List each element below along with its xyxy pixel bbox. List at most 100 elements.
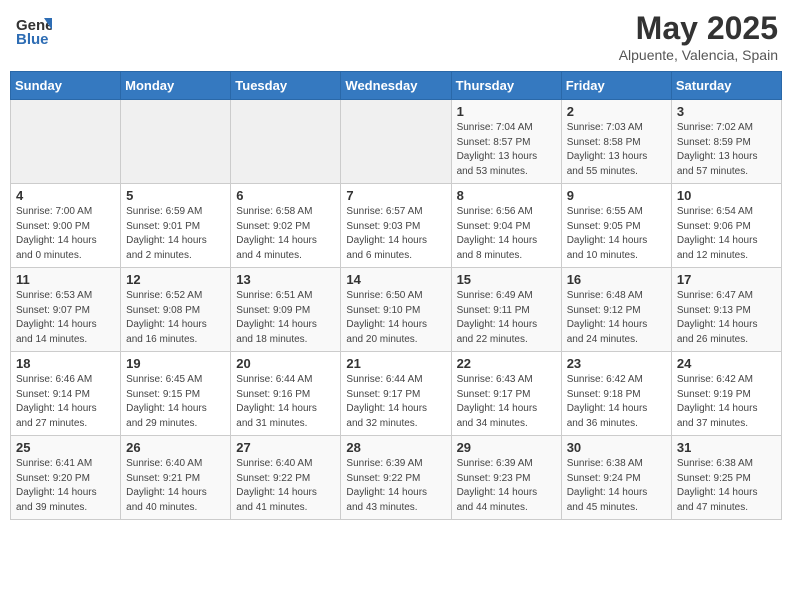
calendar-cell: 21 Sunrise: 6:44 AM Sunset: 9:17 PM Dayli…	[341, 352, 451, 436]
day-number: 15	[457, 272, 556, 287]
day-info: Sunrise: 6:39 AM Sunset: 9:23 PM Dayligh…	[457, 457, 556, 515]
calendar-cell: 25 Sunrise: 6:41 AM Sunset: 9:20 PM Dayli…	[11, 436, 121, 520]
location: Alpuente, Valencia, Spain	[619, 47, 778, 63]
calendar-week-row: 25 Sunrise: 6:41 AM Sunset: 9:20 PM Dayli…	[11, 436, 782, 520]
calendar-cell: 28 Sunrise: 6:39 AM Sunset: 9:22 PM Dayli…	[341, 436, 451, 520]
day-number: 2	[567, 104, 666, 119]
day-of-week-header: Tuesday	[231, 72, 341, 100]
day-info: Sunrise: 6:38 AM Sunset: 9:25 PM Dayligh…	[677, 457, 776, 515]
calendar-cell	[341, 100, 451, 184]
day-info: Sunrise: 6:42 AM Sunset: 9:19 PM Dayligh…	[677, 373, 776, 431]
day-number: 29	[457, 440, 556, 455]
day-info: Sunrise: 6:54 AM Sunset: 9:06 PM Dayligh…	[677, 205, 776, 263]
calendar-table: SundayMondayTuesdayWednesdayThursdayFrid…	[10, 71, 782, 520]
calendar-cell: 11 Sunrise: 6:53 AM Sunset: 9:07 PM Dayli…	[11, 268, 121, 352]
day-number: 26	[126, 440, 225, 455]
day-info: Sunrise: 6:38 AM Sunset: 9:24 PM Dayligh…	[567, 457, 666, 515]
day-number: 12	[126, 272, 225, 287]
day-number: 21	[346, 356, 445, 371]
day-info: Sunrise: 6:53 AM Sunset: 9:07 PM Dayligh…	[16, 289, 115, 347]
day-number: 25	[16, 440, 115, 455]
title-block: May 2025 Alpuente, Valencia, Spain	[619, 10, 778, 63]
day-number: 8	[457, 188, 556, 203]
calendar-cell: 19 Sunrise: 6:45 AM Sunset: 9:15 PM Dayli…	[121, 352, 231, 436]
logo: General Blue	[14, 10, 52, 53]
day-number: 22	[457, 356, 556, 371]
day-info: Sunrise: 6:44 AM Sunset: 9:16 PM Dayligh…	[236, 373, 335, 431]
day-number: 1	[457, 104, 556, 119]
day-number: 20	[236, 356, 335, 371]
calendar-cell: 22 Sunrise: 6:43 AM Sunset: 9:17 PM Dayli…	[451, 352, 561, 436]
day-number: 31	[677, 440, 776, 455]
calendar-cell: 24Sunrise: 6:42 AM Sunset: 9:19 PM Dayli…	[671, 352, 781, 436]
calendar-cell: 17 Sunrise: 6:47 AM Sunset: 9:13 PM Dayli…	[671, 268, 781, 352]
day-info: Sunrise: 6:40 AM Sunset: 9:22 PM Dayligh…	[236, 457, 335, 515]
day-info: Sunrise: 6:45 AM Sunset: 9:15 PM Dayligh…	[126, 373, 225, 431]
day-info: Sunrise: 6:59 AM Sunset: 9:01 PM Dayligh…	[126, 205, 225, 263]
day-of-week-header: Wednesday	[341, 72, 451, 100]
day-of-week-header: Saturday	[671, 72, 781, 100]
day-number: 7	[346, 188, 445, 203]
day-info: Sunrise: 6:57 AM Sunset: 9:03 PM Dayligh…	[346, 205, 445, 263]
day-number: 13	[236, 272, 335, 287]
calendar-cell: 2 Sunrise: 7:03 AM Sunset: 8:58 PM Daylig…	[561, 100, 671, 184]
day-number: 11	[16, 272, 115, 287]
day-number: 17	[677, 272, 776, 287]
logo-icon: General Blue	[14, 10, 52, 48]
day-number: 19	[126, 356, 225, 371]
day-number: 10	[677, 188, 776, 203]
calendar-cell	[231, 100, 341, 184]
day-number: 3	[677, 104, 776, 119]
calendar-cell: 8 Sunrise: 6:56 AM Sunset: 9:04 PM Daylig…	[451, 184, 561, 268]
month-title: May 2025	[619, 10, 778, 47]
day-info: Sunrise: 7:04 AM Sunset: 8:57 PM Dayligh…	[457, 121, 556, 179]
day-info: Sunrise: 6:47 AM Sunset: 9:13 PM Dayligh…	[677, 289, 776, 347]
calendar-cell: 29 Sunrise: 6:39 AM Sunset: 9:23 PM Dayli…	[451, 436, 561, 520]
calendar-cell: 18Sunrise: 6:46 AM Sunset: 9:14 PM Dayli…	[11, 352, 121, 436]
day-number: 18	[16, 356, 115, 371]
calendar-cell: 9Sunrise: 6:55 AM Sunset: 9:05 PM Daylig…	[561, 184, 671, 268]
day-of-week-header: Friday	[561, 72, 671, 100]
calendar-cell: 14Sunrise: 6:50 AM Sunset: 9:10 PM Dayli…	[341, 268, 451, 352]
day-info: Sunrise: 7:03 AM Sunset: 8:58 PM Dayligh…	[567, 121, 666, 179]
day-number: 4	[16, 188, 115, 203]
day-info: Sunrise: 6:51 AM Sunset: 9:09 PM Dayligh…	[236, 289, 335, 347]
calendar-cell: 20 Sunrise: 6:44 AM Sunset: 9:16 PM Dayli…	[231, 352, 341, 436]
day-number: 9	[567, 188, 666, 203]
calendar-cell: 6Sunrise: 6:58 AM Sunset: 9:02 PM Daylig…	[231, 184, 341, 268]
calendar-cell: 15 Sunrise: 6:49 AM Sunset: 9:11 PM Dayli…	[451, 268, 561, 352]
day-info: Sunrise: 6:40 AM Sunset: 9:21 PM Dayligh…	[126, 457, 225, 515]
day-number: 28	[346, 440, 445, 455]
day-of-week-header: Monday	[121, 72, 231, 100]
calendar-week-row: 18Sunrise: 6:46 AM Sunset: 9:14 PM Dayli…	[11, 352, 782, 436]
day-info: Sunrise: 6:43 AM Sunset: 9:17 PM Dayligh…	[457, 373, 556, 431]
day-info: Sunrise: 6:44 AM Sunset: 9:17 PM Dayligh…	[346, 373, 445, 431]
day-info: Sunrise: 6:41 AM Sunset: 9:20 PM Dayligh…	[16, 457, 115, 515]
calendar-week-row: 4 Sunrise: 7:00 AM Sunset: 9:00 PM Daylig…	[11, 184, 782, 268]
calendar-cell: 1 Sunrise: 7:04 AM Sunset: 8:57 PM Daylig…	[451, 100, 561, 184]
calendar-cell: 27Sunrise: 6:40 AM Sunset: 9:22 PM Dayli…	[231, 436, 341, 520]
calendar-cell	[11, 100, 121, 184]
day-info: Sunrise: 6:42 AM Sunset: 9:18 PM Dayligh…	[567, 373, 666, 431]
calendar-week-row: 1 Sunrise: 7:04 AM Sunset: 8:57 PM Daylig…	[11, 100, 782, 184]
calendar-cell: 12Sunrise: 6:52 AM Sunset: 9:08 PM Dayli…	[121, 268, 231, 352]
calendar-header-row: SundayMondayTuesdayWednesdayThursdayFrid…	[11, 72, 782, 100]
day-info: Sunrise: 6:50 AM Sunset: 9:10 PM Dayligh…	[346, 289, 445, 347]
day-of-week-header: Sunday	[11, 72, 121, 100]
day-number: 23	[567, 356, 666, 371]
day-info: Sunrise: 6:56 AM Sunset: 9:04 PM Dayligh…	[457, 205, 556, 263]
svg-text:Blue: Blue	[16, 31, 49, 48]
calendar-cell: 7 Sunrise: 6:57 AM Sunset: 9:03 PM Daylig…	[341, 184, 451, 268]
day-info: Sunrise: 6:48 AM Sunset: 9:12 PM Dayligh…	[567, 289, 666, 347]
calendar-cell: 16Sunrise: 6:48 AM Sunset: 9:12 PM Dayli…	[561, 268, 671, 352]
day-info: Sunrise: 7:02 AM Sunset: 8:59 PM Dayligh…	[677, 121, 776, 179]
calendar-week-row: 11 Sunrise: 6:53 AM Sunset: 9:07 PM Dayli…	[11, 268, 782, 352]
day-info: Sunrise: 6:39 AM Sunset: 9:22 PM Dayligh…	[346, 457, 445, 515]
calendar-cell: 13 Sunrise: 6:51 AM Sunset: 9:09 PM Dayli…	[231, 268, 341, 352]
day-info: Sunrise: 6:49 AM Sunset: 9:11 PM Dayligh…	[457, 289, 556, 347]
page-header: General Blue May 2025 Alpuente, Valencia…	[10, 10, 782, 63]
calendar-cell: 26 Sunrise: 6:40 AM Sunset: 9:21 PM Dayli…	[121, 436, 231, 520]
calendar-cell: 23 Sunrise: 6:42 AM Sunset: 9:18 PM Dayli…	[561, 352, 671, 436]
day-number: 30	[567, 440, 666, 455]
day-info: Sunrise: 7:00 AM Sunset: 9:00 PM Dayligh…	[16, 205, 115, 263]
